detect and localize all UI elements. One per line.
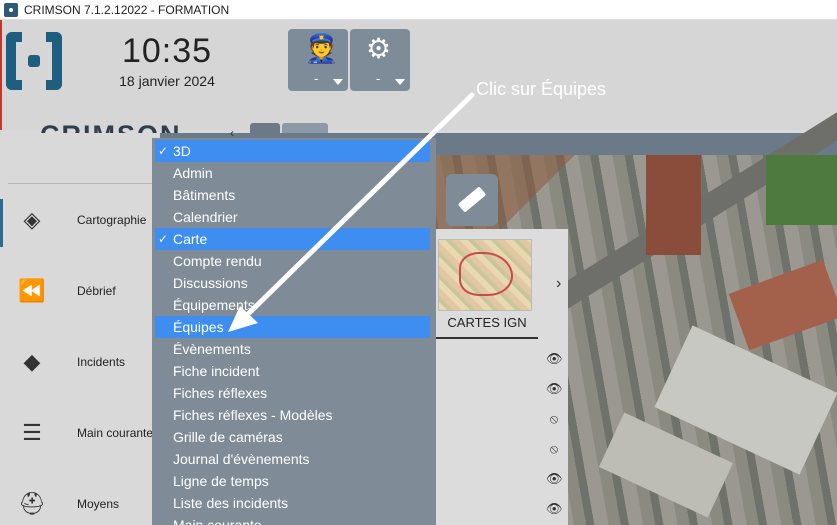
eye-icon[interactable]: 👁 [546,351,563,367]
clock-time: 10:35 [121,32,213,70]
annotation-label: Clic sur Équipes [476,79,607,99]
menu-item[interactable]: Équipements [155,294,430,316]
sidebar-item-cartographie[interactable]: ◈ Cartographie [0,193,160,253]
sidebar-item-label: Débrief [77,284,116,298]
window-title: CRIMSON 7.1.2.12022 - FORMATION [24,2,230,17]
eye-icon[interactable]: 👁 [546,471,563,487]
menu-item-label: Journal d'évènements [173,451,310,467]
menu-item-label: Main courante [173,517,262,525]
eye-icon[interactable]: 👁 [546,381,563,397]
menu-item-label: Compte rendu [173,253,262,269]
chevron-right-icon[interactable]: › [556,275,561,293]
menu-item[interactable]: Admin [155,162,430,184]
menu-item[interactable]: Main courante [155,514,430,525]
menu-item-label: Fiches réflexes [173,385,268,401]
app-icon [4,2,18,17]
sidebar-item-moyens[interactable]: ⛑ Moyens [0,477,160,525]
eye-icon[interactable]: 👁 [546,501,563,517]
menu-item[interactable]: Compte rendu [155,250,430,272]
menu-item[interactable]: Bâtiments [155,184,430,206]
rewind-icon: ⏪ [18,278,46,303]
menu-item[interactable]: Fiches réflexes [155,382,430,404]
sidebar-item-main-courante[interactable]: ☰ Main courante [0,406,160,466]
menu-item[interactable]: Évènements [155,338,430,360]
menu-item-label: Fiche incident [173,363,260,379]
menu-item-label: Calendrier [173,209,238,225]
menu-item[interactable]: Discussions [155,272,430,294]
layer-name: CARTES IGN [447,315,527,330]
police-role-button[interactable]: 👮 - [288,29,348,91]
sidebar-divider [8,183,158,184]
layers-icon: ◈ [23,207,41,232]
menu-item-label: Évènements [173,341,251,357]
menu-item[interactable]: Fiches réflexes - Modèles [155,404,430,426]
sidebar: ◈ Cartographie ⏪ Débrief ◆ Incidents ☰ M… [0,133,160,525]
menu-item-label: Ligne de temps [173,473,269,489]
menu-item[interactable]: Grille de caméras [155,426,430,448]
menu-item[interactable]: Liste des incidents [155,492,430,514]
menu-item[interactable]: ✓ Carte [155,228,430,250]
ign-map-thumbnail[interactable] [438,239,532,311]
menu-item-label: Discussions [173,275,248,291]
menu-item-label: Grille de caméras [173,429,283,445]
layer-underline [436,337,538,339]
sidebar-item-label: Main courante [77,426,154,440]
menu-item[interactable]: Journal d'évènements [155,448,430,470]
settings-value: - [376,71,381,86]
sidebar-item-label: Cartographie [77,213,147,227]
sidebar-item-label: Moyens [77,497,120,511]
sidebar-item-label: Incidents [77,355,126,369]
menu-item-label: 3D [173,143,191,159]
helmet-icon: ⛑ [18,491,46,516]
menu-item[interactable]: Équipes [155,316,430,338]
settings-gear-icon: ⚙ [366,33,392,64]
sidebar-item-debrief[interactable]: ⏪ Débrief [0,264,160,324]
map-layer-panel: › CARTES IGN 👁 👁 ⦸ ⦸ 👁 👁 [436,229,568,525]
ruler-measure-button[interactable] [446,174,498,226]
checkmark-icon: ✓ [158,144,169,158]
menu-item-label: Admin [173,165,213,181]
clock-date: 18 janvier 2024 [119,73,215,89]
crimson-logo-icon [6,32,62,90]
menu-item[interactable]: Calendrier [155,206,430,228]
menu-item-label: Équipes [173,319,224,335]
module-dropdown-menu: ✓ 3D Admin Bâtiments Calendrier ✓ Carte Compte … [152,138,436,525]
menu-item-label: Bâtiments [173,187,236,203]
alert-diamond-icon: ◆ [23,349,41,374]
chevron-down-icon [333,79,343,85]
menu-item[interactable]: Fiche incident [155,360,430,382]
menu-item[interactable]: Ligne de temps [155,470,430,492]
eye-off-icon[interactable]: ⦸ [546,441,562,457]
menu-item-label: Carte [173,231,208,247]
menu-item-label: Fiches réflexes - Modèles [173,407,333,423]
police-role-value: - [314,71,319,86]
menu-item[interactable]: ✓ 3D [155,140,430,162]
menu-item-label: Équipements [173,297,255,313]
clock: 10:35 18 janvier 2024 [102,32,232,89]
window-titlebar: CRIMSON 7.1.2.12022 - FORMATION [0,0,837,20]
eye-off-icon[interactable]: ⦸ [546,411,562,427]
chevron-down-icon [395,79,405,85]
list-book-icon: ☰ [22,420,42,445]
menu-item-label: Liste des incidents [173,495,289,511]
police-officer-icon: 👮 [304,33,339,64]
app-header: 10:35 18 janvier 2024 👮 - ⚙ - CRIMSON 3D… [0,20,837,153]
settings-button[interactable]: ⚙ - [350,29,410,91]
checkmark-icon: ✓ [158,232,169,246]
sidebar-item-incidents[interactable]: ◆ Incidents [0,335,160,395]
